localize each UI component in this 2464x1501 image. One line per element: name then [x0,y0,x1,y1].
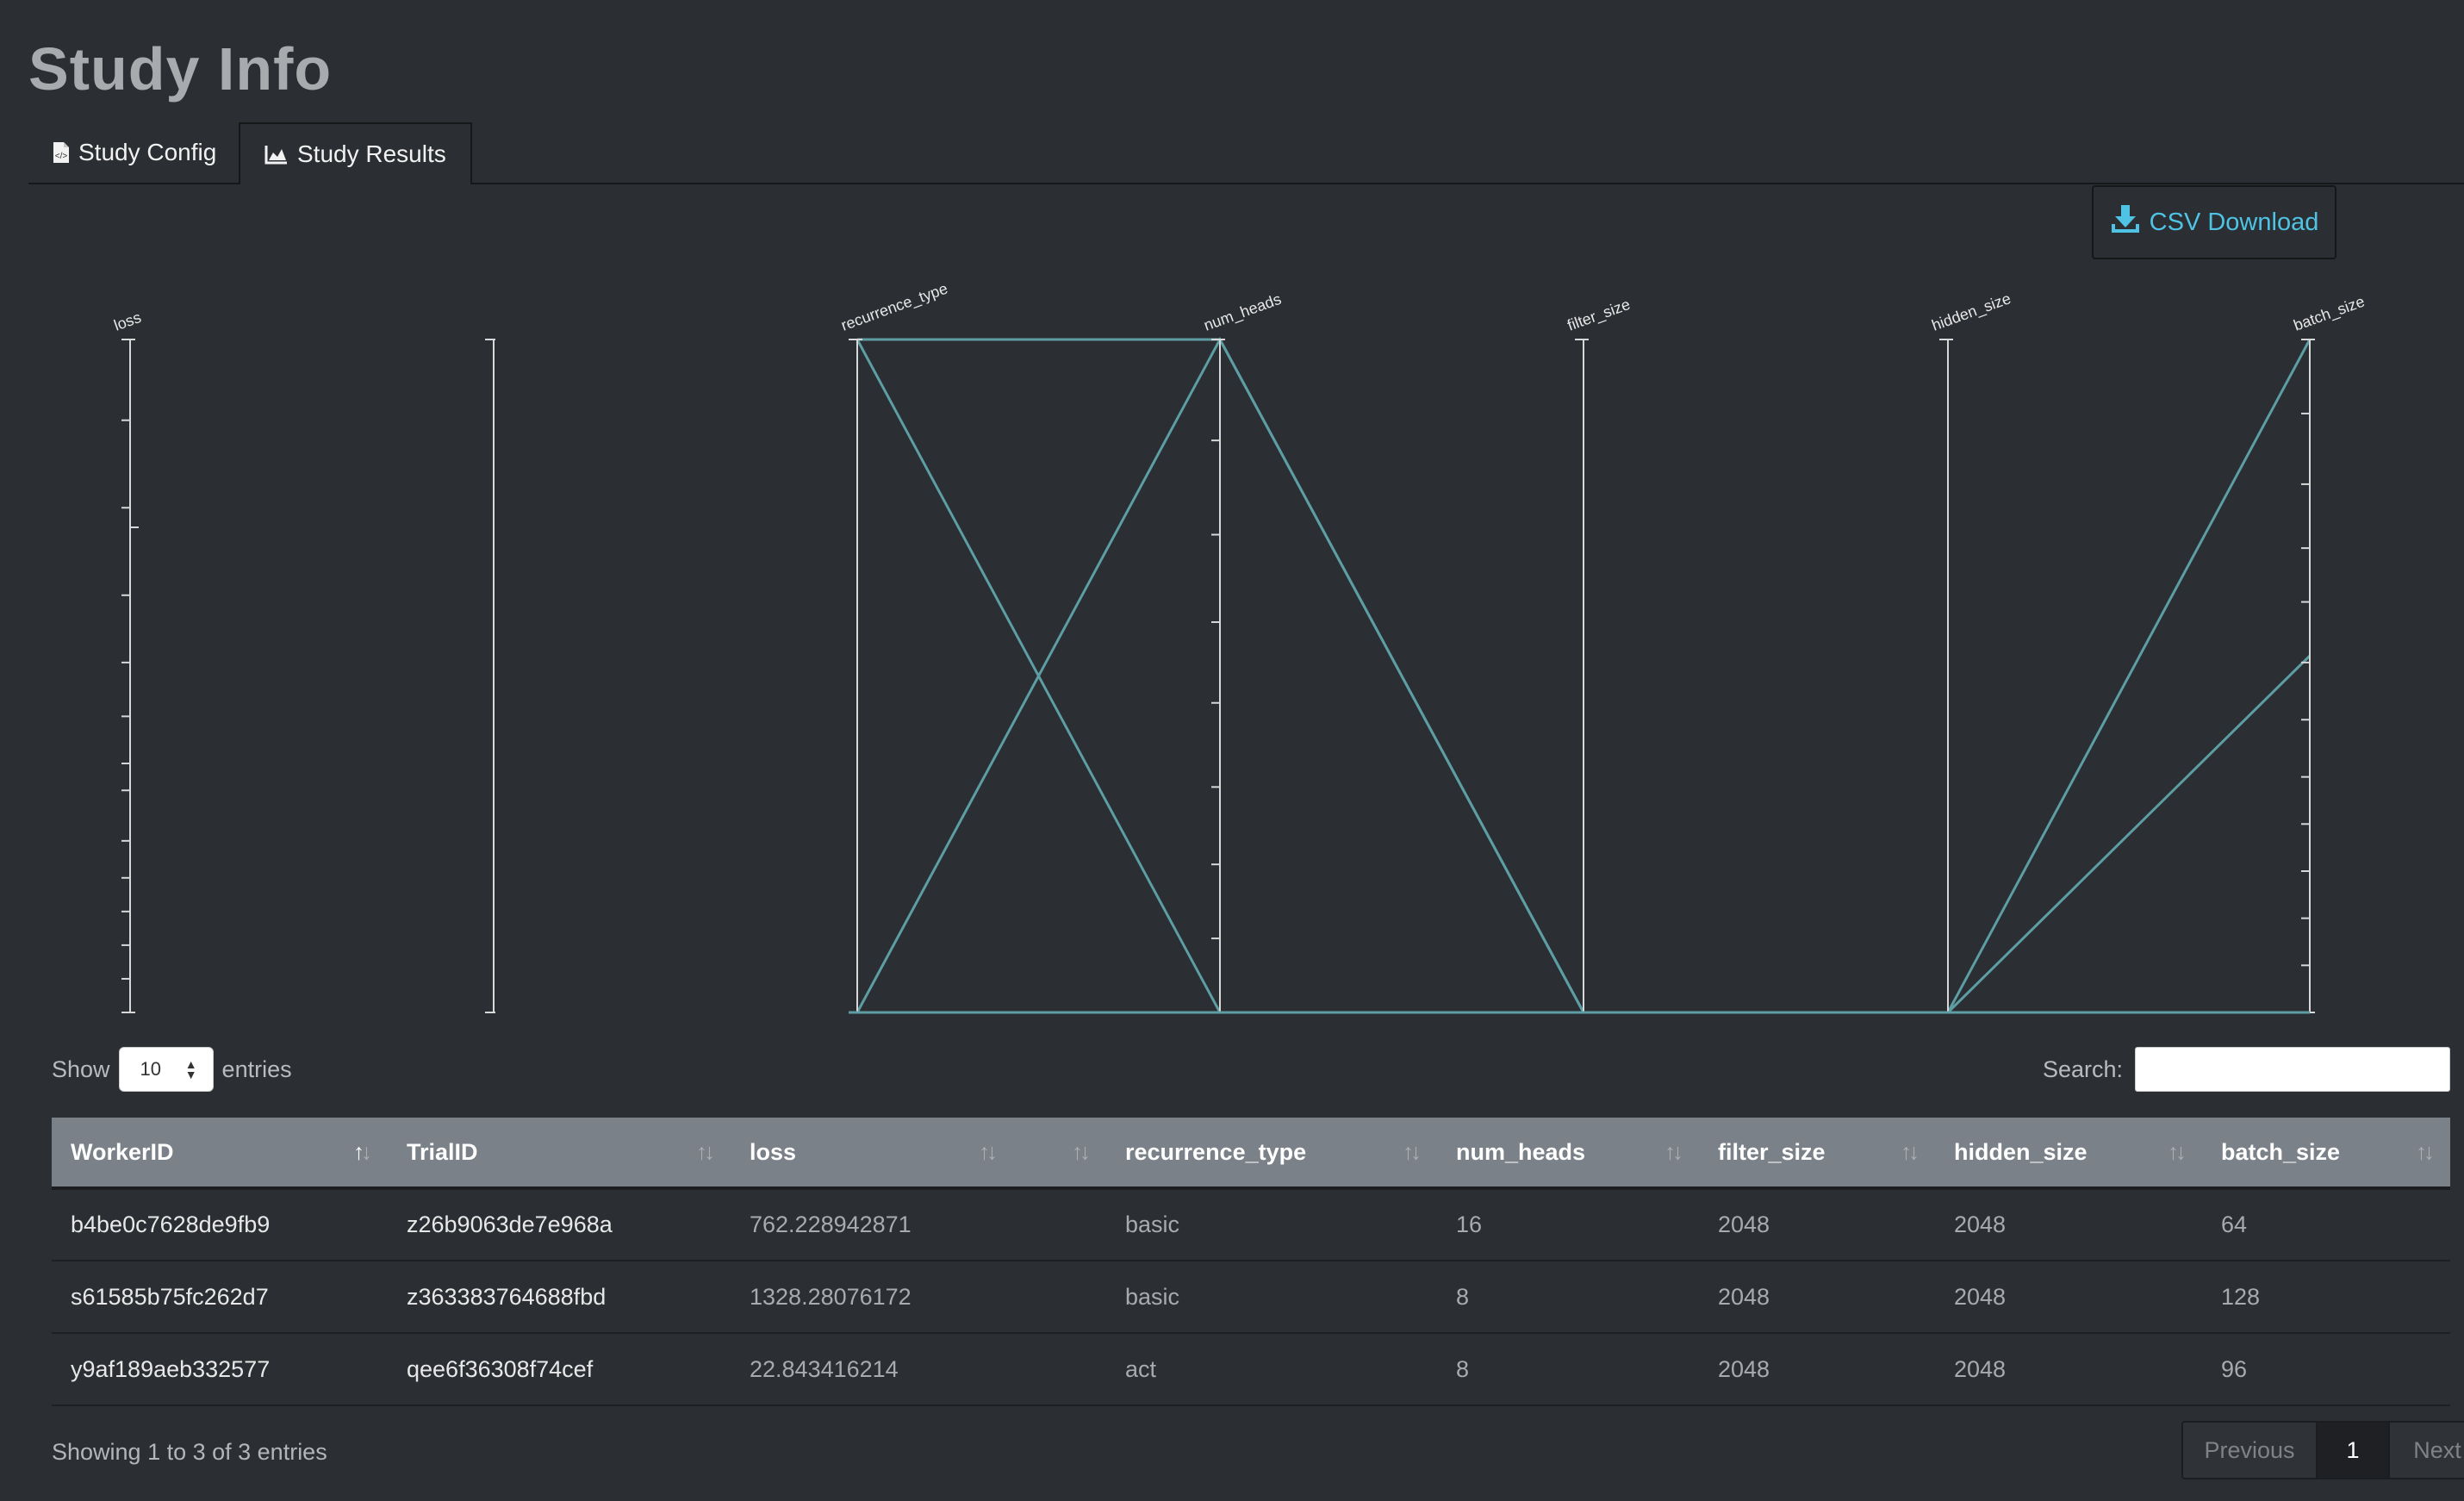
page-length-select[interactable]: 10 ▲ ▼ [118,1047,214,1092]
axis-label-filter_size: filter_size [1565,296,1633,335]
axis-label-recurrence_type: recurrence_type [839,279,950,334]
table-cell-WorkerID: s61585b75fc262d7 [52,1261,388,1334]
sort-icon: ↑↓ [1901,1138,1920,1165]
sort-icon: ↑↓ [2168,1138,2187,1165]
page-1-button[interactable]: 1 [2318,1423,2390,1478]
table-cell-TrialID: z363383764688fbd [388,1261,731,1334]
table-cell-blank [1013,1188,1106,1261]
column-header-label: loss [750,1138,797,1165]
table-body: b4be0c7628de9fb9 z26b9063de7e968a 762.2289… [52,1188,2450,1406]
page-length-value: 10 [140,1058,162,1080]
page-length-control: Show 10 ▲ ▼ entries [52,1047,292,1092]
table-info: Showing 1 to 3 of 3 entries [52,1439,327,1465]
tab-bar: </> Study Config Study Results [28,122,2464,184]
table-cell-filter_size: 2048 [1699,1188,1935,1261]
table-cell-num_heads: 16 [1437,1188,1699,1261]
table-cell-hidden_size: 2048 [1935,1188,2202,1261]
column-header-label: TrialID [407,1138,478,1165]
table-row[interactable]: s61585b75fc262d7 z363383764688fbd 1328.280… [52,1261,2450,1334]
column-header-loss[interactable]: loss ↑↓ [731,1118,1013,1190]
csv-download-label: CSV Download [2149,208,2319,236]
sort-icon: ↑↓ [353,1138,372,1165]
svg-text:</>: </> [55,152,68,161]
table-cell-loss: 22.843416214 [731,1333,1013,1406]
axis-label-num_heads: num_heads [1202,290,1285,335]
search-input[interactable] [2135,1047,2450,1092]
column-header-label: batch_size [2221,1138,2341,1165]
column-header-TrialID[interactable]: TrialID ↑↓ [388,1118,731,1190]
column-header-label: recurrence_type [1125,1138,1307,1165]
tab-study-results-label: Study Results [297,140,446,167]
pagination: Previous 1 Next [2181,1421,2464,1479]
select-arrows-icon: ▲ ▼ [184,1057,197,1081]
table-cell-recurrence_type: act [1106,1333,1437,1406]
column-header-recurrence_type[interactable]: recurrence_type ↑↓ [1106,1118,1437,1190]
sort-icon: ↑↓ [2416,1138,2435,1165]
axis-label-loss: loss [112,308,144,334]
axis-label-batch_size: batch_size [2292,293,2368,335]
table-cell-loss: 762.228942871 [731,1188,1013,1261]
sort-icon: ↑↓ [1072,1138,1091,1165]
sort-icon: ↑↓ [696,1138,715,1165]
table-cell-WorkerID: y9af189aeb332577 [52,1333,388,1406]
results-table: WorkerID ↑↓ TrialID ↑↓ loss ↑↓ ↑↓ recurrence_ty… [52,1118,2450,1406]
sort-icon: ↑↓ [1664,1138,1683,1165]
file-code-icon: </> [53,141,70,164]
parallel-coordinates-chart[interactable]: loss recurrence_type num_heads filter_size h… [0,276,2464,1025]
entries-label: entries [221,1056,292,1082]
column-header-hidden_size[interactable]: hidden_size ↑↓ [1935,1118,2202,1190]
table-cell-TrialID: qee6f36308f74cef [388,1333,731,1406]
show-label: Show [52,1056,110,1082]
search-label: Search: [2042,1056,2123,1082]
table-cell-blank [1013,1261,1106,1334]
column-header-num_heads[interactable]: num_heads ↑↓ [1437,1118,1699,1190]
column-header-label: num_heads [1456,1138,1586,1165]
column-header-label: WorkerID [71,1138,174,1165]
table-cell-batch_size: 96 [2202,1333,2450,1406]
search-control: Search: [2043,1047,2450,1092]
column-header-WorkerID[interactable]: WorkerID ↑↓ [52,1118,388,1190]
table-cell-hidden_size: 2048 [1935,1333,2202,1406]
next-page-button[interactable]: Next [2390,1423,2464,1478]
table-row[interactable]: b4be0c7628de9fb9 z26b9063de7e968a 762.2289… [52,1188,2450,1261]
page-title: Study Info [28,35,333,103]
sort-icon: ↑↓ [979,1138,998,1165]
table-cell-filter_size: 2048 [1699,1261,1935,1334]
tab-study-config[interactable]: </> Study Config [28,122,240,183]
table-header-row: WorkerID ↑↓ TrialID ↑↓ loss ↑↓ ↑↓ recurrence_ty… [52,1118,2450,1190]
axis-label-hidden_size: hidden_size [1930,290,2013,335]
table-cell-TrialID: z26b9063de7e968a [388,1188,731,1261]
tab-study-config-label: Study Config [78,139,217,165]
table-cell-WorkerID: b4be0c7628de9fb9 [52,1188,388,1261]
csv-download-button[interactable]: CSV Download [2092,185,2336,259]
table-cell-filter_size: 2048 [1699,1333,1935,1406]
table-cell-recurrence_type: basic [1106,1261,1437,1334]
table-cell-num_heads: 8 [1437,1333,1699,1406]
sort-icon: ↑↓ [1403,1138,1422,1165]
column-header-label: filter_size [1718,1138,1826,1165]
table-row[interactable]: y9af189aeb332577 qee6f36308f74cef 22.84341… [52,1333,2450,1406]
table-cell-batch_size: 128 [2202,1261,2450,1334]
table-cell-batch_size: 64 [2202,1188,2450,1261]
table-cell-blank [1013,1333,1106,1406]
table-cell-num_heads: 8 [1437,1261,1699,1334]
table-cell-loss: 1328.28076172 [731,1261,1013,1334]
table-cell-hidden_size: 2048 [1935,1261,2202,1334]
table-cell-recurrence_type: basic [1106,1188,1437,1261]
area-chart-icon [264,144,289,165]
column-header-filter_size[interactable]: filter_size ↑↓ [1699,1118,1935,1190]
column-header-label: hidden_size [1954,1138,2088,1165]
previous-page-button[interactable]: Previous [2183,1423,2318,1478]
column-header-batch_size[interactable]: batch_size ↑↓ [2202,1118,2450,1190]
tab-study-results[interactable]: Study Results [239,122,472,184]
download-icon [2110,203,2141,241]
column-header-blank[interactable]: ↑↓ [1013,1118,1106,1190]
